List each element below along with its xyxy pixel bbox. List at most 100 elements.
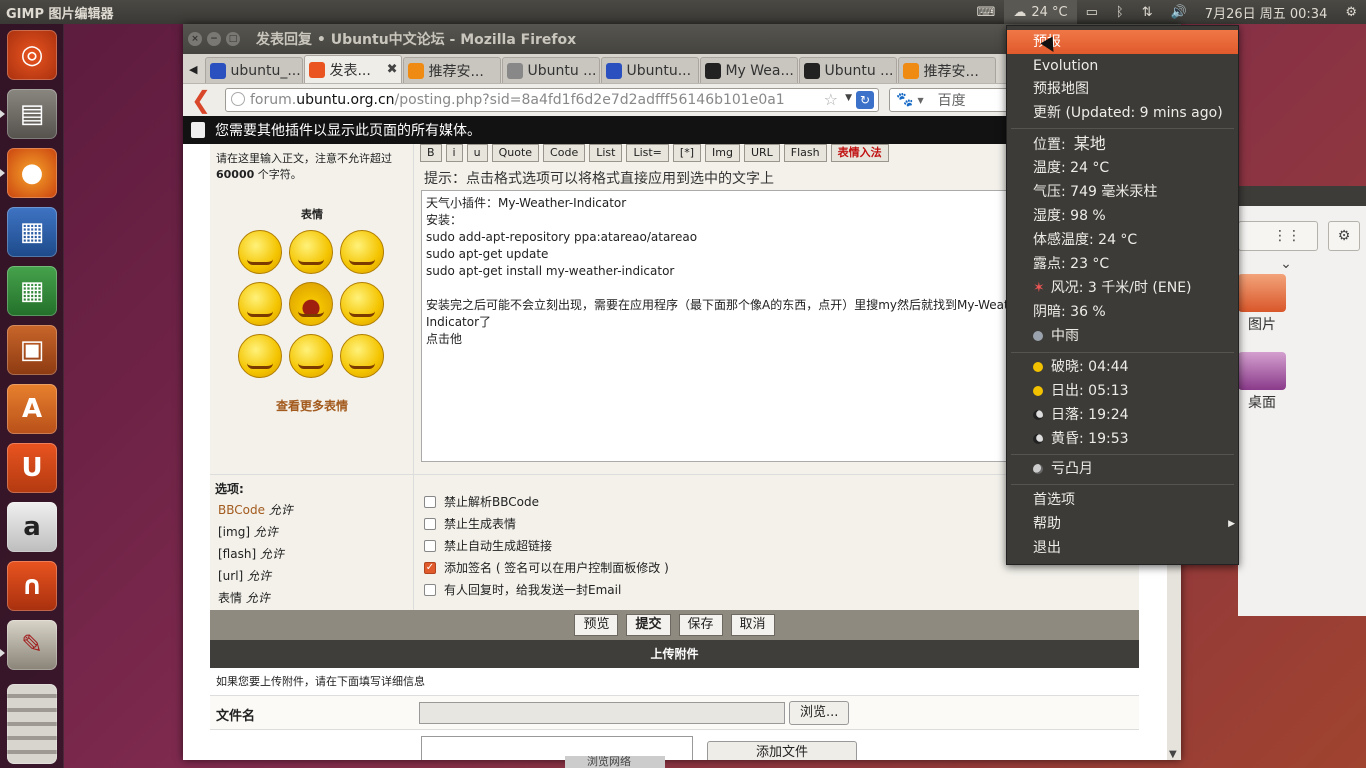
file-manager-icon[interactable]: ▤ xyxy=(7,89,57,139)
bbcode-button[interactable]: i xyxy=(445,144,463,162)
smiley-icon[interactable] xyxy=(238,230,282,274)
checkbox-disable-bbcode[interactable]: 禁止解析BBCode xyxy=(424,493,539,510)
site-identity-icon[interactable] xyxy=(231,92,245,106)
bbcode-button[interactable]: List xyxy=(589,144,623,162)
url-bar[interactable]: forum. ubuntu.org.cn/posting.php?sid=8a4f… xyxy=(225,88,879,112)
cancel-button[interactable]: 取消 xyxy=(730,614,775,636)
menu-item-location[interactable]: 位置: 某地 xyxy=(1007,132,1238,156)
menu-item-temperature[interactable]: 温度: 24 °C xyxy=(1007,156,1238,180)
clock[interactable]: 7月26日 周五 00:34 xyxy=(1196,0,1337,24)
tab-close-icon[interactable]: ✖ xyxy=(387,62,398,77)
browser-tab[interactable]: 发表... ✖ xyxy=(304,55,403,83)
checkbox-box[interactable] xyxy=(424,539,436,552)
menu-item-sunset[interactable]: 日落: 19:24 xyxy=(1007,403,1238,427)
calc-icon[interactable]: ▦ xyxy=(7,266,57,316)
bbcode-button[interactable]: Quote xyxy=(491,144,540,162)
smiley-icon[interactable] xyxy=(238,334,282,378)
amazon-icon[interactable]: a xyxy=(7,502,57,552)
menu-item-help[interactable]: 帮助 ▶ xyxy=(1007,512,1238,536)
close-window-icon[interactable]: × xyxy=(188,32,202,46)
search-dropdown-icon[interactable]: ▼ xyxy=(917,96,923,105)
browser-tab[interactable]: Ubuntu... xyxy=(601,57,700,83)
ubuntu-one-icon[interactable]: U xyxy=(7,443,57,493)
bbcode-button[interactable]: Flash xyxy=(783,144,827,162)
browser-tab[interactable]: My Wea... xyxy=(700,57,799,83)
pictures-folder-label[interactable]: 图片 xyxy=(1238,314,1286,334)
scroll-down-arrow-icon[interactable]: ▼ xyxy=(1169,749,1177,760)
smiley-icon[interactable] xyxy=(289,334,333,378)
bbcode-button[interactable]: List= xyxy=(626,144,669,162)
writer-icon[interactable]: ▦ xyxy=(7,207,57,257)
browser-tab[interactable]: 推荐安... xyxy=(403,57,502,83)
bbcode-button[interactable]: Code xyxy=(543,144,586,162)
grid-view-icon[interactable]: ⋮⋮ xyxy=(1273,228,1301,244)
more-smileys-link[interactable]: 查看更多表情 xyxy=(210,397,414,414)
desktop-folder-icon[interactable] xyxy=(1238,352,1286,390)
checkbox-attach-signature[interactable]: ✓ 添加签名 ( 签名可以在用户控制面板修改 ) xyxy=(424,559,669,576)
menu-item-wind[interactable]: ✶ 风况: 3 千米/时 (ENE) xyxy=(1007,276,1238,300)
smiley-icon[interactable] xyxy=(340,230,384,274)
menu-item-humidity[interactable]: 湿度: 98 % xyxy=(1007,204,1238,228)
menu-item-sunrise[interactable]: 日出: 05:13 xyxy=(1007,379,1238,403)
smiley-icon[interactable] xyxy=(340,334,384,378)
smiley-icon[interactable] xyxy=(289,282,333,326)
firefox-icon[interactable]: ● xyxy=(7,148,57,198)
browser-tab[interactable]: Ubuntu ... xyxy=(799,57,898,83)
maximize-window-icon[interactable]: □ xyxy=(226,32,240,46)
search-engine-icon[interactable]: 🐾 xyxy=(896,92,913,108)
save-button[interactable]: 保存 xyxy=(678,614,723,636)
bbcode-button[interactable]: URL xyxy=(743,144,780,162)
checkbox-notify-email[interactable]: 有人回复时，给我发送一封Email xyxy=(424,581,621,598)
settings-gear-icon[interactable]: ⚙ xyxy=(1328,221,1360,251)
bbcode-button[interactable]: Img xyxy=(705,144,740,162)
checkbox-box[interactable] xyxy=(424,495,436,508)
menu-item-preferences[interactable]: 首选项 xyxy=(1007,488,1238,512)
add-file-button[interactable]: 添加文件 xyxy=(707,741,857,760)
desktop-folder-label[interactable]: 桌面 xyxy=(1238,392,1286,412)
bbcode-button[interactable]: u xyxy=(466,144,488,162)
checkbox-box-checked[interactable]: ✓ xyxy=(424,561,436,574)
browse-button[interactable]: 浏览... xyxy=(789,701,850,725)
menu-item-forecast-map[interactable]: 预报地图 xyxy=(1007,77,1238,101)
smiley-icon[interactable] xyxy=(238,282,282,326)
minimize-window-icon[interactable]: − xyxy=(207,32,221,46)
menu-item-moon-phase[interactable]: 亏凸月 xyxy=(1007,457,1238,481)
menu-item-dew-point[interactable]: 露点: 23 °C xyxy=(1007,252,1238,276)
pictures-folder-icon[interactable] xyxy=(1238,274,1286,312)
dash-ubuntu-icon[interactable]: ◎ xyxy=(7,30,57,80)
power-gear-icon[interactable]: ⚙ xyxy=(1336,0,1366,24)
tab-scroll-left-icon[interactable]: ◀ xyxy=(189,63,197,76)
browser-tab[interactable]: Ubuntu ... xyxy=(502,57,601,83)
checkbox-box[interactable] xyxy=(424,517,436,530)
network-icon[interactable]: ⇅ xyxy=(1133,0,1162,24)
menu-item-update[interactable]: 更新 (Updated: 9 mins ago) xyxy=(1007,101,1238,125)
url-dropdown-icon[interactable]: ▼ xyxy=(845,93,852,103)
menu-item-condition[interactable]: 中雨 xyxy=(1007,324,1238,348)
volume-icon[interactable]: 🔊 xyxy=(1162,0,1196,24)
bbcode-button[interactable]: 表情入法 xyxy=(830,144,889,162)
impress-icon[interactable]: ▣ xyxy=(7,325,57,375)
bluetooth-icon[interactable]: ᛒ xyxy=(1107,0,1133,24)
ubuntu-one-music-icon[interactable]: ∩ xyxy=(7,561,57,611)
workspace-switcher-icon[interactable] xyxy=(7,684,57,764)
checkbox-disable-magic-url[interactable]: 禁止自动生成超链接 xyxy=(424,537,552,554)
bbcode-button[interactable]: [*] xyxy=(672,144,701,162)
menu-item-quit[interactable]: 退出 xyxy=(1007,536,1238,560)
preview-button[interactable]: 预览 xyxy=(574,614,619,636)
smiley-icon[interactable] xyxy=(289,230,333,274)
browser-tab[interactable]: ubuntu_... xyxy=(205,57,304,83)
keyboard-icon[interactable]: ⌨ xyxy=(968,0,1005,24)
menu-item-pressure[interactable]: 气压: 749 毫米汞柱 xyxy=(1007,180,1238,204)
bookmark-star-icon[interactable]: ☆ xyxy=(824,90,838,109)
checkbox-box[interactable] xyxy=(424,583,436,596)
battery-icon[interactable]: ▭ xyxy=(1077,0,1107,24)
smiley-icon[interactable] xyxy=(340,282,384,326)
bbcode-button[interactable]: B xyxy=(420,144,442,162)
menu-item-dawn[interactable]: 破晓: 04:44 xyxy=(1007,355,1238,379)
menu-item-cloudiness[interactable]: 阴暗: 36 % xyxy=(1007,300,1238,324)
software-center-icon[interactable]: A xyxy=(7,384,57,434)
reload-icon[interactable]: ↻ xyxy=(856,91,874,109)
weather-indicator[interactable]: ☁ 24 °C xyxy=(1004,0,1077,24)
file-input[interactable] xyxy=(419,702,785,724)
search-bar[interactable]: 🐾 ▼ 百度 xyxy=(889,88,1009,112)
